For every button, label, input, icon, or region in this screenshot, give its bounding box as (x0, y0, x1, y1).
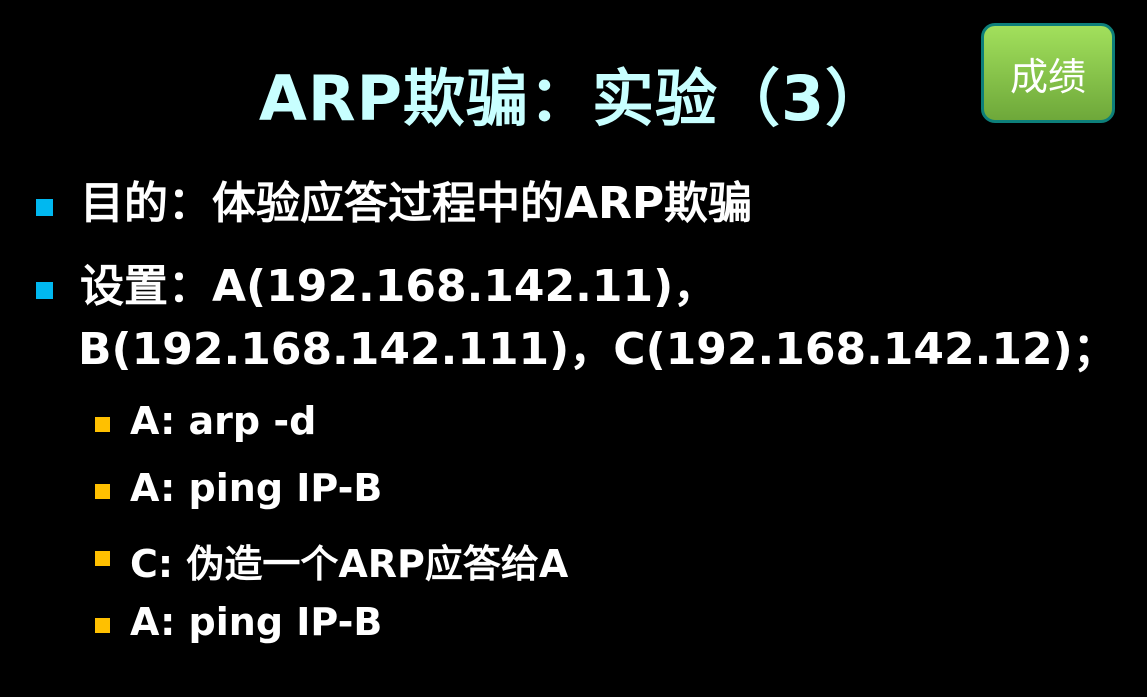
sub-bullet-icon (95, 417, 110, 432)
sub-bullet-3: C: 伪造一个ARP应答给A (130, 542, 569, 586)
sub-bullet-icon (95, 551, 110, 566)
bullet-setup-line2: B(192.168.142.111)，C(192.168.142.12)； (78, 324, 1117, 375)
sub-bullet-2: A: ping IP-B (130, 466, 383, 510)
score-button[interactable]: 成绩 (981, 23, 1115, 123)
sub-bullet-icon (95, 484, 110, 499)
sub-bullet-icon (95, 618, 110, 633)
bullet-purpose: 目的：体验应答过程中的ARP欺骗 (80, 178, 753, 229)
sub-bullet-1: A: arp -d (130, 399, 317, 443)
sub-bullet-4: A: ping IP-B (130, 600, 383, 644)
bullet-square-icon (36, 282, 53, 299)
bullet-setup-line1: 设置：A(192.168.142.11)， (80, 261, 718, 312)
bullet-square-icon (36, 199, 53, 216)
slide-title: ARP欺骗：实验（3） (258, 62, 889, 135)
